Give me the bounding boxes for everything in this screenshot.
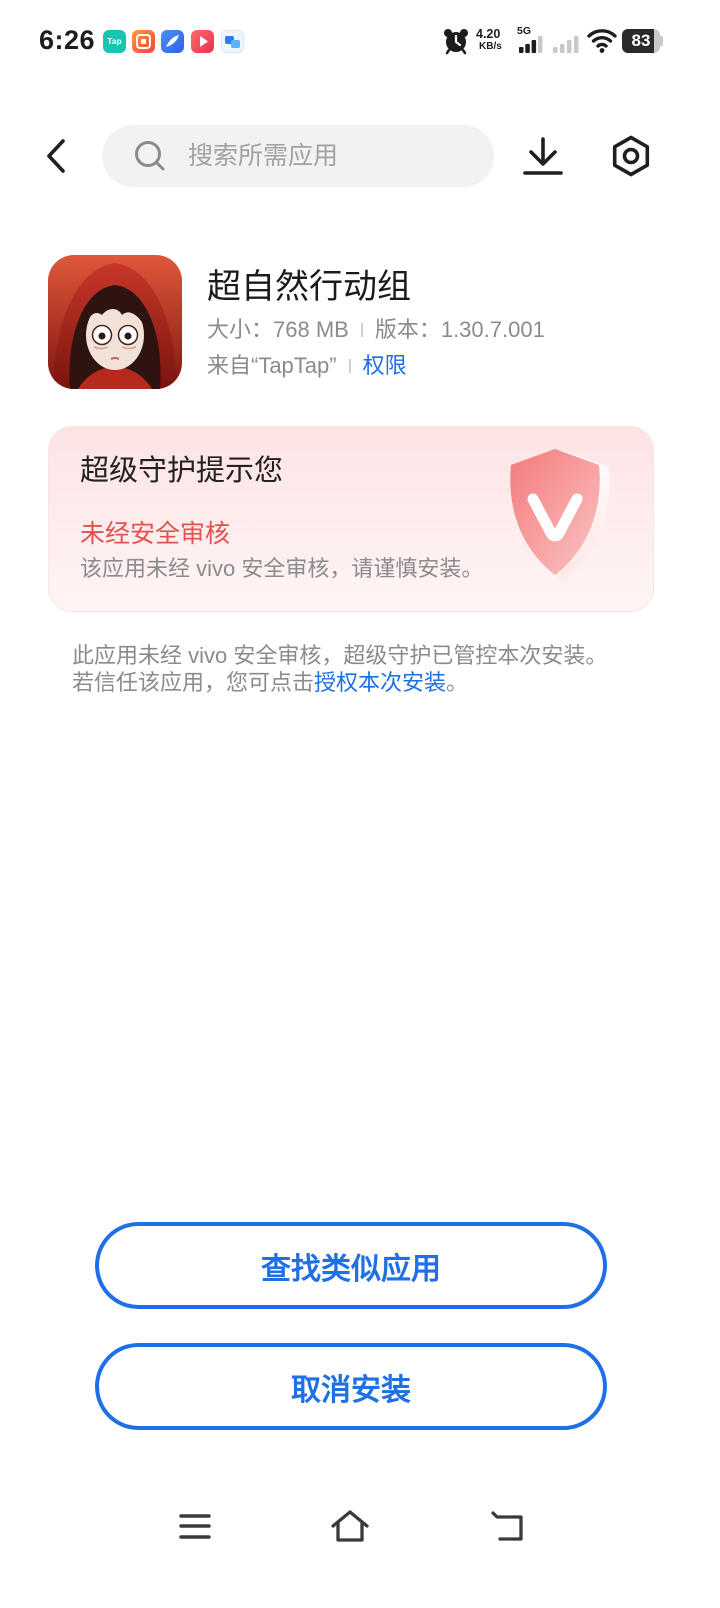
settings-hexagon-icon[interactable] [609, 134, 653, 178]
search-input[interactable] [188, 125, 478, 187]
app-size: 大小：768 MB [207, 317, 349, 342]
signal-bar [553, 47, 558, 53]
security-status: 未经安全审核 [80, 520, 231, 548]
signal-bar [567, 40, 572, 53]
net-speed-value: 4.20 [476, 27, 501, 41]
meta-separator [348, 359, 351, 373]
sim2-signal-icon [553, 36, 579, 53]
app-icon [48, 255, 182, 389]
signal-bar [531, 40, 537, 53]
status-time: 6:26 [39, 25, 96, 55]
search-icon [135, 141, 165, 171]
notice-line-2-end: 。 [446, 670, 469, 695]
security-warning-card: 超级守护提示您 未经安全审核 该应用未经 vivo 安全审核，请谨慎安装。 [48, 426, 654, 612]
signal-bar [537, 36, 543, 53]
permissions-link[interactable]: 权限 [363, 352, 407, 380]
app-name: 超自然行动组 [207, 268, 411, 306]
return-icon[interactable] [487, 1506, 527, 1546]
meta-separator [360, 323, 363, 337]
install-notice: 此应用未经 vivo 安全审核，超级守护已管控本次安装。 若信任该应用，您可点击… [72, 642, 607, 696]
cancel-install-button[interactable]: 取消安装 [95, 1343, 607, 1430]
alarm-clock-icon [444, 29, 468, 55]
app-size-version-row: 大小：768 MB 版本：1.30.7.001 [207, 316, 545, 344]
battery-nub [660, 36, 663, 46]
notice-line-1: 此应用未经 vivo 安全审核，超级守护已管控本次安装。 [72, 643, 608, 668]
authorize-install-link[interactable]: 授权本次安装 [314, 670, 446, 695]
notice-line-2-text: 若信任该应用，您可点击 [72, 670, 315, 695]
signal-bar [525, 44, 530, 53]
menu-lines-icon[interactable] [176, 1506, 214, 1546]
red-video-notification-icon [191, 30, 214, 53]
battery-indicator: 83 [622, 29, 660, 53]
wifi-icon [587, 29, 617, 53]
search-bar[interactable] [102, 125, 494, 187]
sim1-signal-icon [519, 36, 543, 53]
app-source-row: 来自“TapTap” 权限 [207, 352, 407, 380]
signal-bar [519, 47, 524, 53]
blue-chat-notification-icon [221, 30, 244, 53]
card-title: 超级守护提示您 [80, 455, 284, 487]
chevron-left-icon[interactable] [40, 136, 74, 176]
download-icon[interactable] [521, 135, 565, 177]
taptap-notification-icon: Tap [103, 30, 126, 53]
status-bar: 6:26 Tap 4.20 KB/s 5G 83 [0, 0, 720, 80]
signal-bar [574, 36, 579, 53]
blue-browser-notification-icon [161, 30, 184, 53]
home-icon[interactable] [330, 1506, 370, 1546]
battery-level: 83 [631, 31, 651, 50]
signal-bar [560, 44, 565, 53]
shield-v-icon [510, 449, 610, 581]
orange-app-notification-icon [132, 30, 155, 53]
find-similar-apps-button[interactable]: 查找类似应用 [95, 1222, 607, 1309]
security-description: 该应用未经 vivo 安全审核，请谨慎安装。 [80, 556, 484, 581]
app-source: 来自“TapTap” [207, 353, 337, 378]
notice-line-2: 若信任该应用，您可点击授权本次安装。 [72, 669, 607, 696]
net-speed-unit: KB/s [479, 41, 502, 52]
app-version: 版本：1.30.7.001 [374, 317, 545, 342]
taptap-icon-label: Tap [107, 36, 122, 46]
